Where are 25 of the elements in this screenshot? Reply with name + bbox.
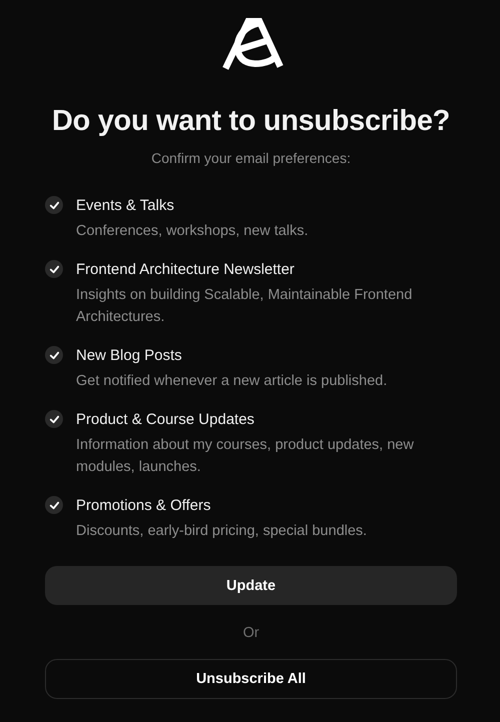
unsubscribe-all-button[interactable]: Unsubscribe All: [45, 659, 457, 699]
checkbox[interactable]: [45, 496, 63, 514]
preference-description: Discounts, early-bird pricing, special bundles.: [76, 522, 367, 541]
subtitle: Confirm your email preferences:: [151, 150, 351, 166]
page-title: Do you want to unsubscribe?: [52, 105, 450, 138]
separator-text: Or: [242, 625, 260, 641]
checkbox[interactable]: [45, 260, 63, 278]
preference-description: Get notified whenever a new article is published.: [76, 372, 388, 391]
preference-label: Events & Talks: [76, 196, 176, 216]
preference-label: Product & Course Updates: [76, 410, 256, 430]
checkmark-icon: [48, 500, 60, 510]
preference-label: Frontend Architecture Newsletter: [76, 260, 296, 280]
preference-description: Information about my courses, product updates, new modules, launches.: [76, 436, 415, 477]
checkbox[interactable]: [45, 410, 63, 428]
preference-description: Conferences, workshops, new talks.: [76, 222, 308, 241]
preference-label: New Blog Posts: [76, 346, 183, 366]
preference-label: Promotions & Offers: [76, 496, 212, 516]
checkbox[interactable]: [45, 196, 63, 214]
checkbox[interactable]: [45, 346, 63, 364]
checkmark-icon: [48, 350, 60, 360]
checkmark-icon: [48, 264, 60, 274]
checkmark-icon: [48, 200, 60, 210]
preference-description: Insights on building Scalable, Maintainable Frontend Architectures.: [76, 286, 414, 327]
checkmark-icon: [48, 414, 60, 424]
update-button[interactable]: Update: [45, 566, 457, 605]
